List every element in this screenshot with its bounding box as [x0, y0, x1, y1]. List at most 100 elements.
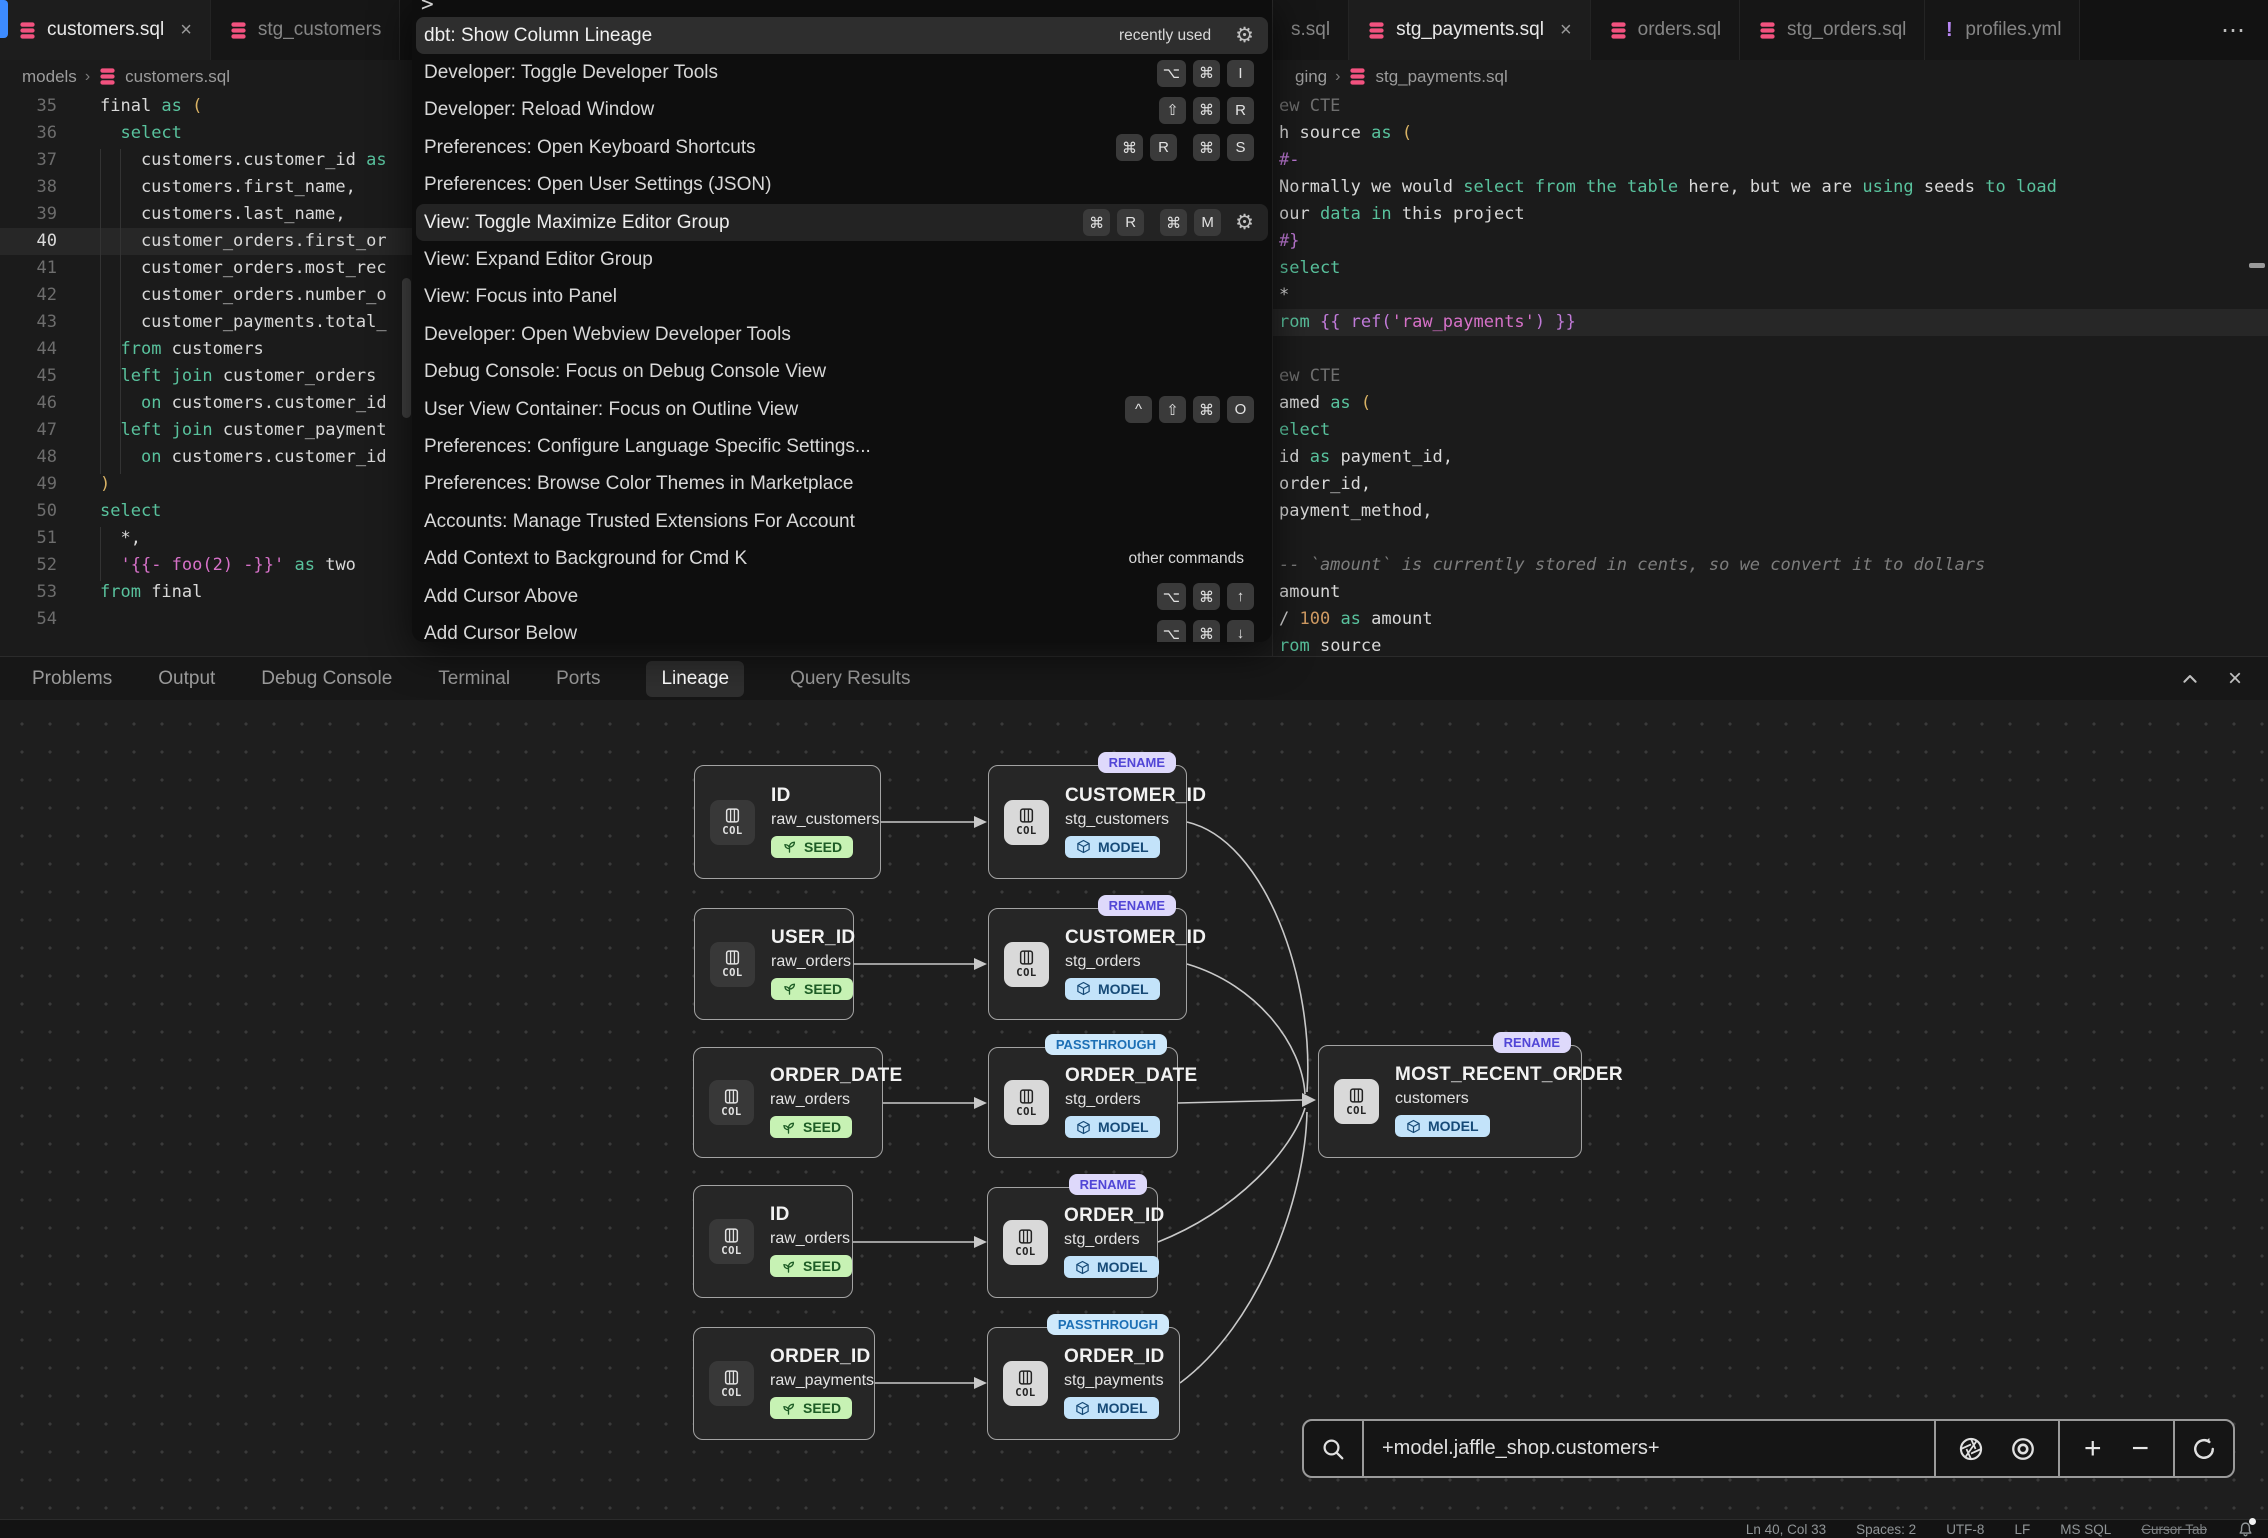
tab-stg_orders-sql[interactable]: stg_orders.sql [1740, 0, 1925, 60]
tab-orders-sql[interactable]: orders.sql [1591, 0, 1740, 60]
breadcrumb-file[interactable]: stg_payments.sql [1375, 67, 1507, 87]
code-token: payment_method, [1279, 501, 1433, 521]
code-token: 'raw_payments' [1392, 312, 1535, 332]
code-token: on [141, 393, 172, 413]
close-panel-icon[interactable]: × [2228, 665, 2242, 693]
command-item[interactable]: Preferences: Configure Language Specific… [416, 428, 1268, 465]
lineage-node-stg_orders-customer_id[interactable]: RENAMECOLCUSTOMER_IDstg_ordersMODEL [988, 908, 1187, 1020]
line-text: on customers.customer_id [100, 390, 387, 417]
command-item[interactable]: Preferences: Browse Color Themes in Mark… [416, 466, 1268, 503]
badge-label: SEED [803, 1258, 841, 1274]
close-tab-icon[interactable]: × [1560, 19, 1572, 42]
status-item-spaces-2[interactable]: Spaces: 2 [1856, 1522, 1916, 1537]
command-item[interactable]: Accounts: Manage Trusted Extensions For … [416, 503, 1268, 540]
command-item[interactable]: Add Context to Background for Cmd Kother… [416, 540, 1268, 577]
tab-stg_customers[interactable]: stg_customers [211, 0, 401, 60]
model-badge: MODEL [1065, 1116, 1160, 1138]
command-label: Debug Console: Focus on Debug Console Vi… [424, 361, 826, 383]
zoom-in-button[interactable]: + [2084, 1434, 2102, 1464]
panel-tab-ports[interactable]: Ports [556, 668, 600, 690]
column-icon-label: COL [722, 967, 742, 979]
command-item[interactable]: Preferences: Open User Settings (JSON) [416, 167, 1268, 204]
node-body: ORDER_IDraw_paymentsSEED [770, 1346, 874, 1421]
tab-customers-sql[interactable]: customers.sql× [0, 0, 211, 60]
lineage-node-stg_orders-order_id[interactable]: RENAMECOLORDER_IDstg_ordersMODEL [987, 1187, 1158, 1298]
lineage-node-raw_payments-order_id[interactable]: COLORDER_IDraw_paymentsSEED [693, 1327, 875, 1440]
code-token [100, 123, 120, 143]
close-tab-icon[interactable]: × [180, 19, 192, 42]
command-item[interactable]: View: Toggle Maximize Editor Group⌘R⌘M⚙ [416, 204, 1268, 241]
refresh-icon[interactable] [2191, 1436, 2217, 1462]
status-item-ln-40-col-33[interactable]: Ln 40, Col 33 [1746, 1522, 1826, 1537]
panel-tab-output[interactable]: Output [158, 668, 215, 690]
status-item-utf-8[interactable]: UTF-8 [1946, 1522, 1984, 1537]
command-item[interactable]: Preferences: Open Keyboard Shortcuts⌘R⌘S [416, 129, 1268, 166]
command-label: Developer: Reload Window [424, 99, 654, 121]
tab-s-sql[interactable]: s.sql [1273, 0, 1349, 60]
command-item[interactable]: View: Expand Editor Group [416, 241, 1268, 278]
status-item-cursor-tab[interactable]: Cursor Tab [2141, 1522, 2207, 1537]
tab-stg_payments-sql[interactable]: stg_payments.sql× [1349, 0, 1591, 60]
command-item[interactable]: View: Focus into Panel [416, 279, 1268, 316]
code-editor-stg-payments-sql[interactable]: ew CTEh source as (#-Normally we would s… [1273, 93, 2268, 656]
gear-icon[interactable]: ⚙ [1235, 25, 1254, 46]
lineage-node-raw_orders-order_date[interactable]: COLORDER_DATEraw_ordersSEED [693, 1047, 883, 1158]
command-item[interactable]: Developer: Reload Window⇧⌘R [416, 92, 1268, 129]
panel-tab-problems[interactable]: Problems [32, 668, 112, 690]
editor-scrollbar-thumb[interactable] [402, 278, 411, 418]
command-item[interactable]: User View Container: Focus on Outline Vi… [416, 391, 1268, 428]
panel-tab-debug-console[interactable]: Debug Console [261, 668, 392, 690]
lineage-node-stg_payments-order_id[interactable]: PASSTHROUGHCOLORDER_IDstg_paymentsMODEL [987, 1327, 1180, 1440]
status-item-lf[interactable]: LF [2014, 1522, 2030, 1537]
breadcrumb-folder[interactable]: models [22, 67, 77, 87]
lineage-canvas[interactable]: COLIDraw_customersSEED COLUSER_IDraw_orde… [0, 700, 2268, 1519]
panel-tab-lineage[interactable]: Lineage [646, 661, 744, 697]
panel-tab-query-results[interactable]: Query Results [790, 668, 910, 690]
command-item[interactable]: Add Cursor Above⌥⌘↑ [416, 578, 1268, 615]
code-token: customers.customer_id [100, 150, 366, 170]
command-item[interactable]: dbt: Show Column Lineagerecently used⚙ [416, 17, 1268, 54]
lineage-node-raw_customers-id[interactable]: COLIDraw_customersSEED [694, 765, 881, 879]
command-item[interactable]: Add Cursor Below⌥⌘↓ [416, 615, 1268, 642]
lineage-search-input[interactable] [1364, 1421, 1936, 1476]
tab-profiles-yml[interactable]: !profiles.yml [1925, 0, 2080, 60]
lineage-node-customers-most_recent_order[interactable]: RENAMECOLMOST_RECENT_ORDERcustomersMODEL [1318, 1045, 1582, 1158]
node-title: ORDER_ID [1064, 1205, 1165, 1227]
command-item[interactable]: Developer: Open Webview Developer Tools [416, 316, 1268, 353]
node-body: ORDER_IDstg_ordersMODEL [1064, 1205, 1165, 1280]
command-item[interactable]: Developer: Toggle Developer Tools⌥⌘I [416, 54, 1268, 91]
lineage-node-raw_orders-id[interactable]: COLIDraw_ordersSEED [693, 1185, 853, 1298]
node-body: ORDER_IDstg_paymentsMODEL [1064, 1346, 1165, 1421]
node-body: CUSTOMER_IDstg_ordersMODEL [1065, 927, 1206, 1002]
line-text: ew CTE [1279, 363, 1340, 390]
code-token: elect [1279, 420, 1330, 440]
code-token [100, 420, 120, 440]
node-subtitle: raw_orders [770, 1230, 852, 1248]
gear-icon[interactable]: ⚙ [1235, 212, 1254, 233]
code-line: ew CTE [1273, 363, 2268, 390]
panel-tab-terminal[interactable]: Terminal [438, 668, 510, 690]
code-token: 100 [1299, 609, 1340, 629]
notifications-bell[interactable] [2237, 1521, 2254, 1538]
breadcrumb-folder[interactable]: ging [1295, 67, 1327, 87]
more-tabs-icon[interactable]: ⋯ [2199, 0, 2268, 60]
command-item[interactable]: Debug Console: Focus on Debug Console Vi… [416, 354, 1268, 391]
lineage-node-stg_orders-order_date[interactable]: PASSTHROUGHCOLORDER_DATEstg_ordersMODEL [988, 1047, 1178, 1158]
lineage-node-stg_customers-customer_id[interactable]: RENAMECOLCUSTOMER_IDstg_customersMODEL [988, 765, 1187, 879]
code-token: customers.customer_id [172, 393, 387, 413]
lineage-node-raw_orders-user_id[interactable]: COLUSER_IDraw_ordersSEED [694, 908, 854, 1020]
columns-glyph [723, 1227, 740, 1244]
column-icon-label: COL [721, 1245, 741, 1257]
code-token: as [1330, 393, 1361, 413]
chevron-up-icon[interactable] [2180, 669, 2200, 689]
code-token: ew CTE [1279, 96, 1340, 116]
target-icon[interactable] [2010, 1436, 2036, 1462]
breadcrumb-file[interactable]: customers.sql [125, 67, 230, 87]
status-item-ms-sql[interactable]: MS SQL [2060, 1522, 2111, 1537]
zoom-out-button[interactable]: − [2131, 1434, 2149, 1464]
command-palette-prompt[interactable]: > [421, 0, 434, 16]
columns-glyph [724, 949, 741, 966]
aperture-icon[interactable] [1958, 1436, 1984, 1462]
code-token: as [294, 555, 325, 575]
line-number: 39 [0, 201, 57, 228]
